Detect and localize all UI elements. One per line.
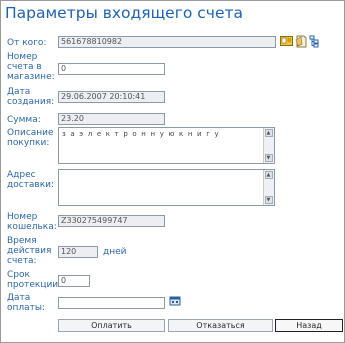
note-icon[interactable] [295,35,307,48]
created-label: Дата создания: [7,87,55,107]
description-label: Описание покупки: [7,128,54,148]
created-field[interactable]: 29.06.2007 20:10:41 [58,91,165,103]
pay-date-label: Дата оплаты: [7,293,46,313]
wallet-field[interactable]: Z330275499747 [58,215,165,227]
from-field[interactable]: 561678810982 [58,36,276,48]
description-scrollbar[interactable]: ▲ ▼ [263,128,274,163]
pay-date-input[interactable] [58,297,165,309]
protection-label: Срок протекции: [7,270,62,290]
pay-button[interactable]: Оплатить [58,319,165,332]
amount-field[interactable]: 23.20 [58,113,165,125]
refuse-button[interactable]: Отказаться [168,319,273,332]
validity-suffix: дней [103,247,127,257]
scroll-up-icon[interactable]: ▲ [265,129,273,137]
page-title: Параметры входящего счета [5,4,244,22]
scroll-down-icon[interactable]: ▼ [265,154,273,162]
calendar-icon[interactable] [169,295,181,306]
description-textarea[interactable]: з а э л е к т р о н н у ю к н и г у ▲ ▼ [58,127,275,164]
invoice-number-input[interactable]: 0 [58,63,165,75]
validity-label: Время действия счета: [7,236,52,266]
tree-icon[interactable] [309,35,320,48]
back-button[interactable]: Назад [275,319,343,332]
address-label: Адрес доставки: [7,170,55,190]
protection-input[interactable]: 0 [58,275,90,287]
amount-label: Сумма: [7,115,41,125]
scroll-down-icon[interactable]: ▼ [265,196,273,204]
address-textarea[interactable]: ▲ ▼ [58,169,275,206]
contact-card-icon[interactable] [280,35,293,47]
validity-field[interactable]: 120 [58,246,98,258]
wallet-label: Номер кошелька: [7,212,57,232]
address-scrollbar[interactable]: ▲ ▼ [263,170,274,205]
description-text: з а э л е к т р о н н у ю к н и г у [62,130,220,138]
scroll-up-icon[interactable]: ▲ [265,171,273,179]
invoice-number-label: Номер счета в магазине: [7,52,55,82]
from-label: От кого: [7,38,47,48]
